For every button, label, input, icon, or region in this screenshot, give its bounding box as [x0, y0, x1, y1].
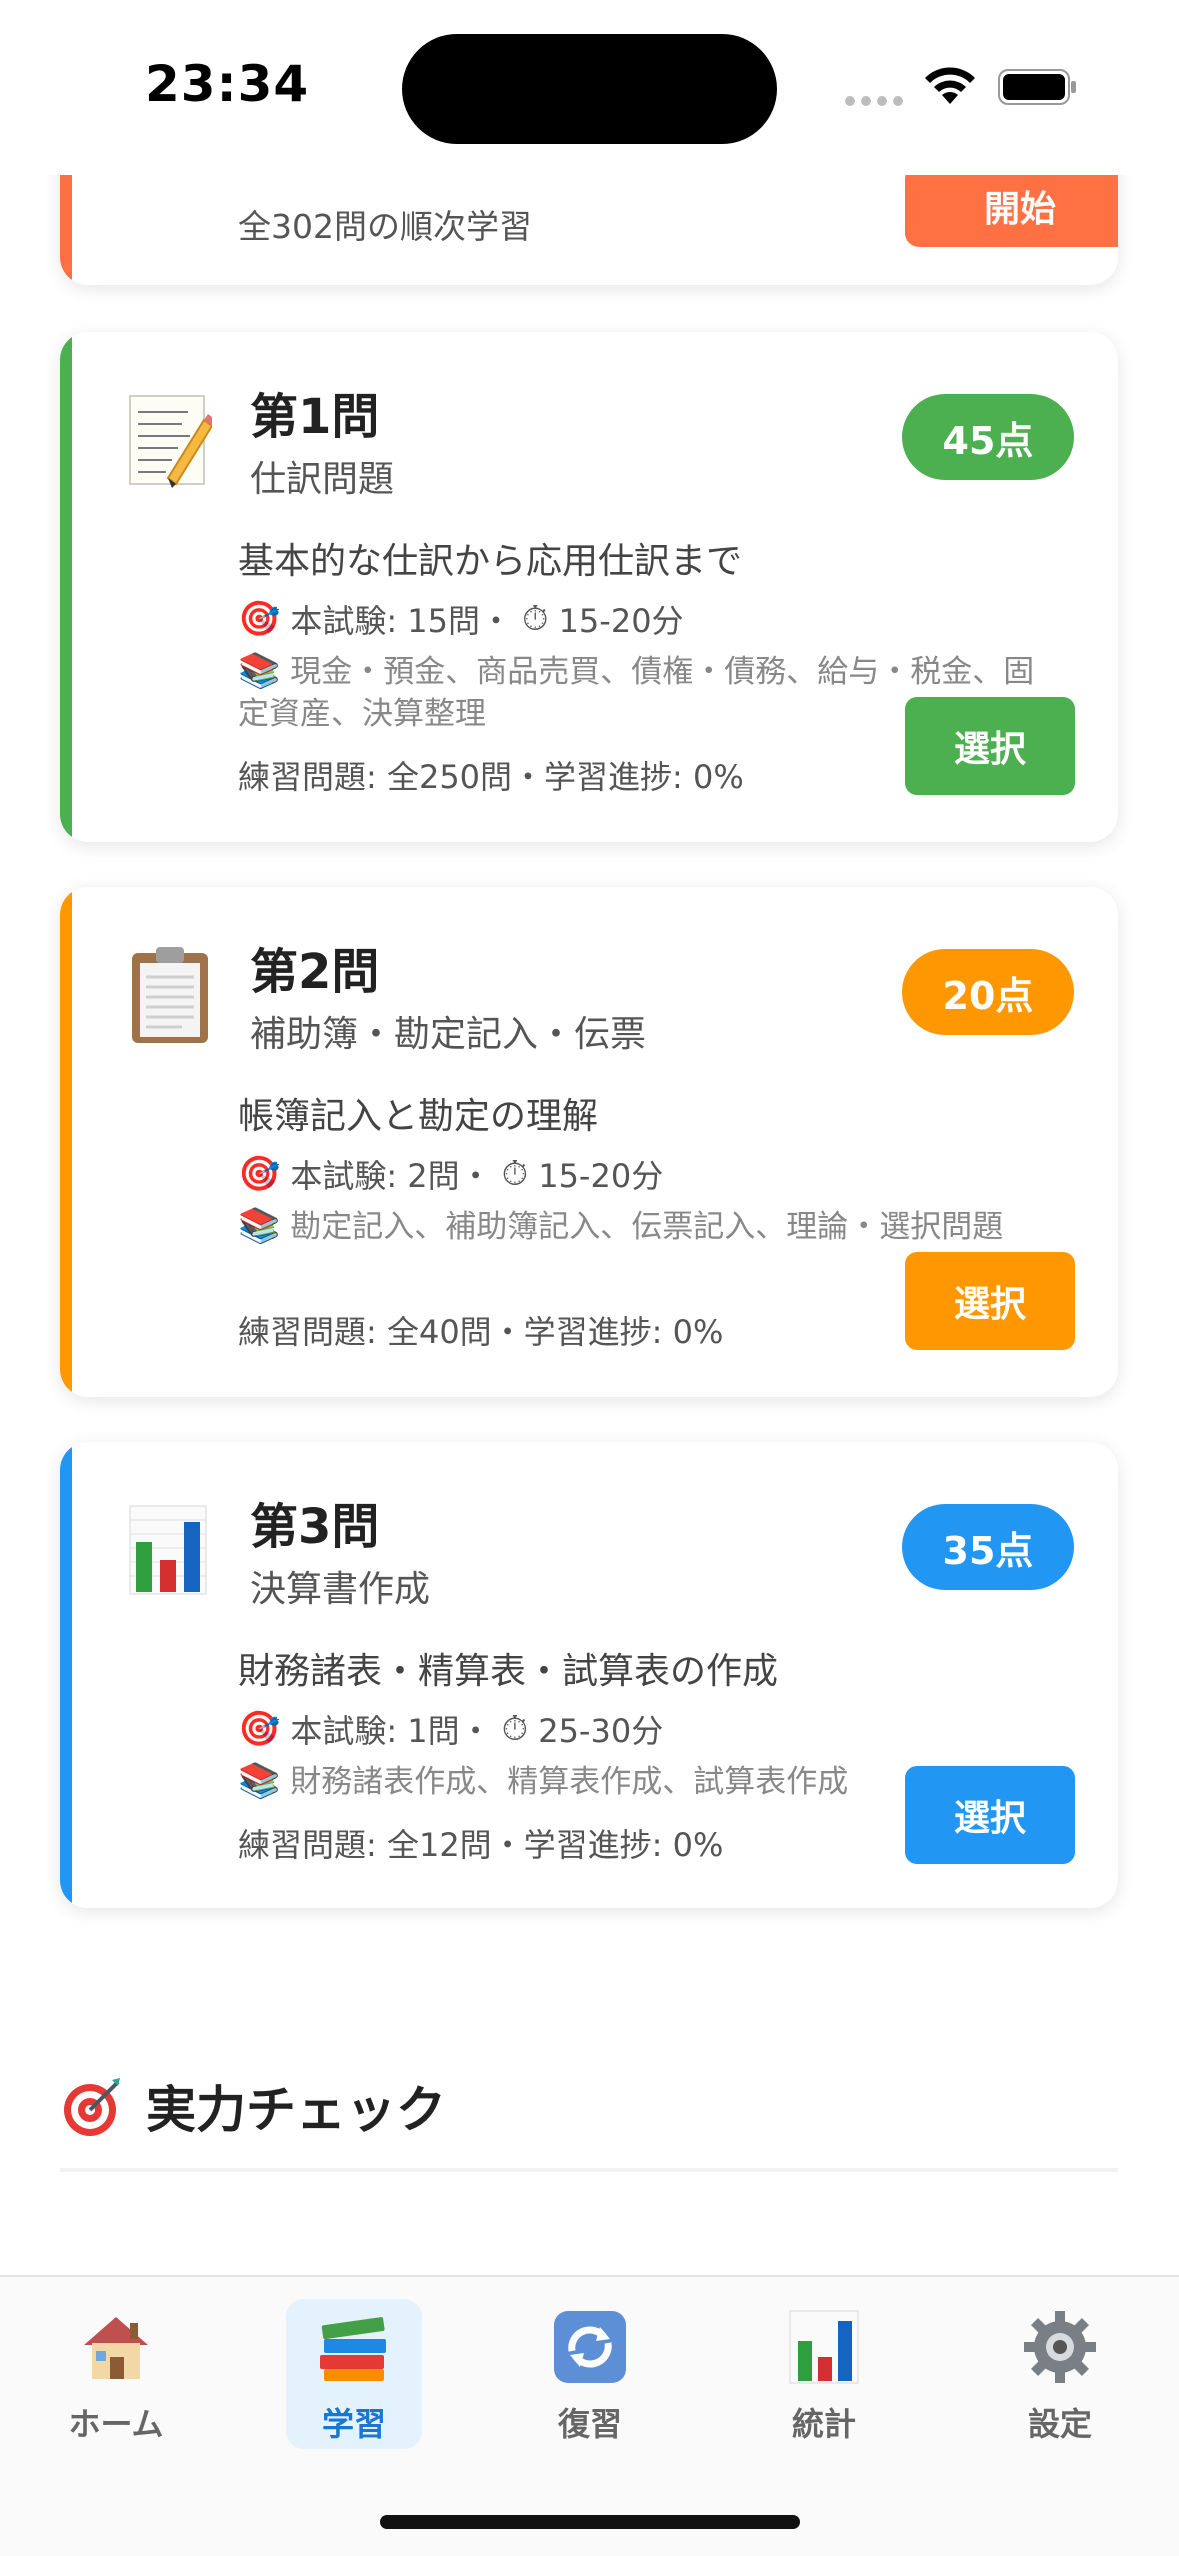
tab-study[interactable]: 学習: [286, 2299, 422, 2449]
books-icon: [320, 2317, 386, 2381]
select-button[interactable]: 選択: [905, 1766, 1075, 1864]
practice-progress: 練習問題: 全40問・学習進捗: 0%: [238, 1313, 724, 1351]
tab-review[interactable]: 復習: [522, 2299, 658, 2449]
tab-label: 学習: [321, 2405, 386, 2443]
skill-check-heading: 実力チェック: [60, 2070, 446, 2142]
exam-count: 本試験: 1問・: [290, 1712, 492, 1750]
tab-label: 復習: [557, 2405, 622, 2443]
wifi-icon: [925, 67, 975, 104]
question-description: 基本的な仕訳から応用仕訳まで: [238, 541, 743, 582]
select-button[interactable]: 選択: [905, 1252, 1075, 1350]
exam-time: 15-20分: [558, 602, 684, 640]
card-accent-stripe: [60, 887, 72, 1397]
clipboard-icon: [132, 947, 208, 1043]
question-card-1: 第1問 仕訳問題 45点 基本的な仕訳から応用仕訳まで 🎯 本試験: 15問・ …: [60, 332, 1118, 842]
bar-chart-icon: [129, 1505, 207, 1595]
cellular-signal-icon: [845, 96, 903, 106]
target-icon: 🎯: [238, 1709, 281, 1749]
question-subtitle: 補助簿・勘定記入・伝票: [250, 1014, 647, 1055]
question-subtitle: 仕訳問題: [250, 459, 395, 500]
exam-time: 25-30分: [538, 1712, 664, 1750]
points-badge: 45点: [902, 394, 1074, 480]
books-icon: 📚: [238, 651, 281, 691]
house-icon: [84, 2317, 148, 2379]
question-description: 財務諸表・精算表・試算表の作成: [238, 1651, 779, 1692]
question-subtitle: 決算書作成: [250, 1569, 431, 1610]
topics-text: 財務諸表作成、精算表作成、試算表作成: [290, 1764, 849, 1800]
battery-icon: [998, 69, 1076, 105]
stopwatch-icon: ⏱: [501, 1154, 529, 1194]
tab-settings[interactable]: 設定: [992, 2299, 1128, 2449]
select-button[interactable]: 選択: [905, 697, 1075, 795]
card-accent-stripe: [60, 1442, 72, 1908]
stopwatch-icon: ⏱: [522, 599, 549, 639]
practice-progress: 練習問題: 全12問・学習進捗: 0%: [238, 1826, 724, 1864]
tab-label: ホーム: [68, 2405, 164, 2443]
question-title: 第3問: [250, 1499, 380, 1555]
tab-stats[interactable]: 統計: [756, 2299, 892, 2449]
card-subtitle: 全302問の順次学習: [238, 207, 532, 246]
exam-count: 本試験: 15問・: [290, 602, 513, 640]
section-divider: [60, 2168, 1118, 2172]
books-icon: 📚: [238, 1206, 281, 1246]
home-indicator: [380, 2515, 800, 2529]
points-badge: 20点: [902, 949, 1074, 1035]
question-description: 帳簿記入と勘定の理解: [238, 1096, 599, 1137]
question-card-2: 第2問 補助簿・勘定記入・伝票 20点 帳簿記入と勘定の理解 🎯 本試験: 2問…: [60, 887, 1118, 1397]
exam-meta: 🎯 本試験: 1問・ ⏱ 25-30分: [238, 1706, 663, 1752]
tab-label: 統計: [791, 2405, 856, 2443]
exam-meta: 🎯 本試験: 15問・ ⏱ 15-20分: [238, 596, 684, 642]
target-icon: [64, 2078, 120, 2136]
card-accent-stripe: [60, 332, 72, 842]
dynamic-island: [402, 34, 777, 144]
question-card-3: 第3問 決算書作成 35点 財務諸表・精算表・試算表の作成 🎯 本試験: 1問・…: [60, 1442, 1118, 1908]
exam-count: 本試験: 2問・: [290, 1157, 492, 1195]
status-time: 23:34: [145, 55, 310, 113]
bar-chart-icon: [789, 2310, 859, 2384]
books-icon: 📚: [238, 1761, 281, 1801]
points-badge: 35点: [902, 1504, 1074, 1590]
tab-home[interactable]: ホーム: [48, 2299, 184, 2449]
memo-icon: [129, 395, 212, 488]
exam-time: 15-20分: [538, 1157, 664, 1195]
bottom-tab-bar: ホーム 学習 復習 統計 設定: [0, 2275, 1179, 2556]
repeat-icon: [554, 2311, 626, 2383]
question-title: 第2問: [250, 944, 380, 1000]
practice-progress: 練習問題: 全250問・学習進捗: 0%: [238, 758, 744, 796]
exam-meta: 🎯 本試験: 2問・ ⏱ 15-20分: [238, 1151, 663, 1197]
topics-text: 勘定記入、補助簿記入、伝票記入、理論・選択問題: [290, 1209, 1004, 1245]
section-title: 実力チェック: [146, 2081, 446, 2139]
status-bar: 23:34: [0, 0, 1179, 175]
stopwatch-icon: ⏱: [501, 1709, 529, 1749]
target-icon: 🎯: [238, 1154, 281, 1194]
question-title: 第1問: [250, 389, 380, 445]
topics: 📚 勘定記入、補助簿記入、伝票記入、理論・選択問題: [238, 1205, 1038, 1248]
start-button[interactable]: 開始: [905, 165, 1118, 247]
target-icon: 🎯: [238, 599, 281, 639]
tab-label: 設定: [1027, 2405, 1092, 2443]
gear-icon: [1024, 2311, 1096, 2383]
